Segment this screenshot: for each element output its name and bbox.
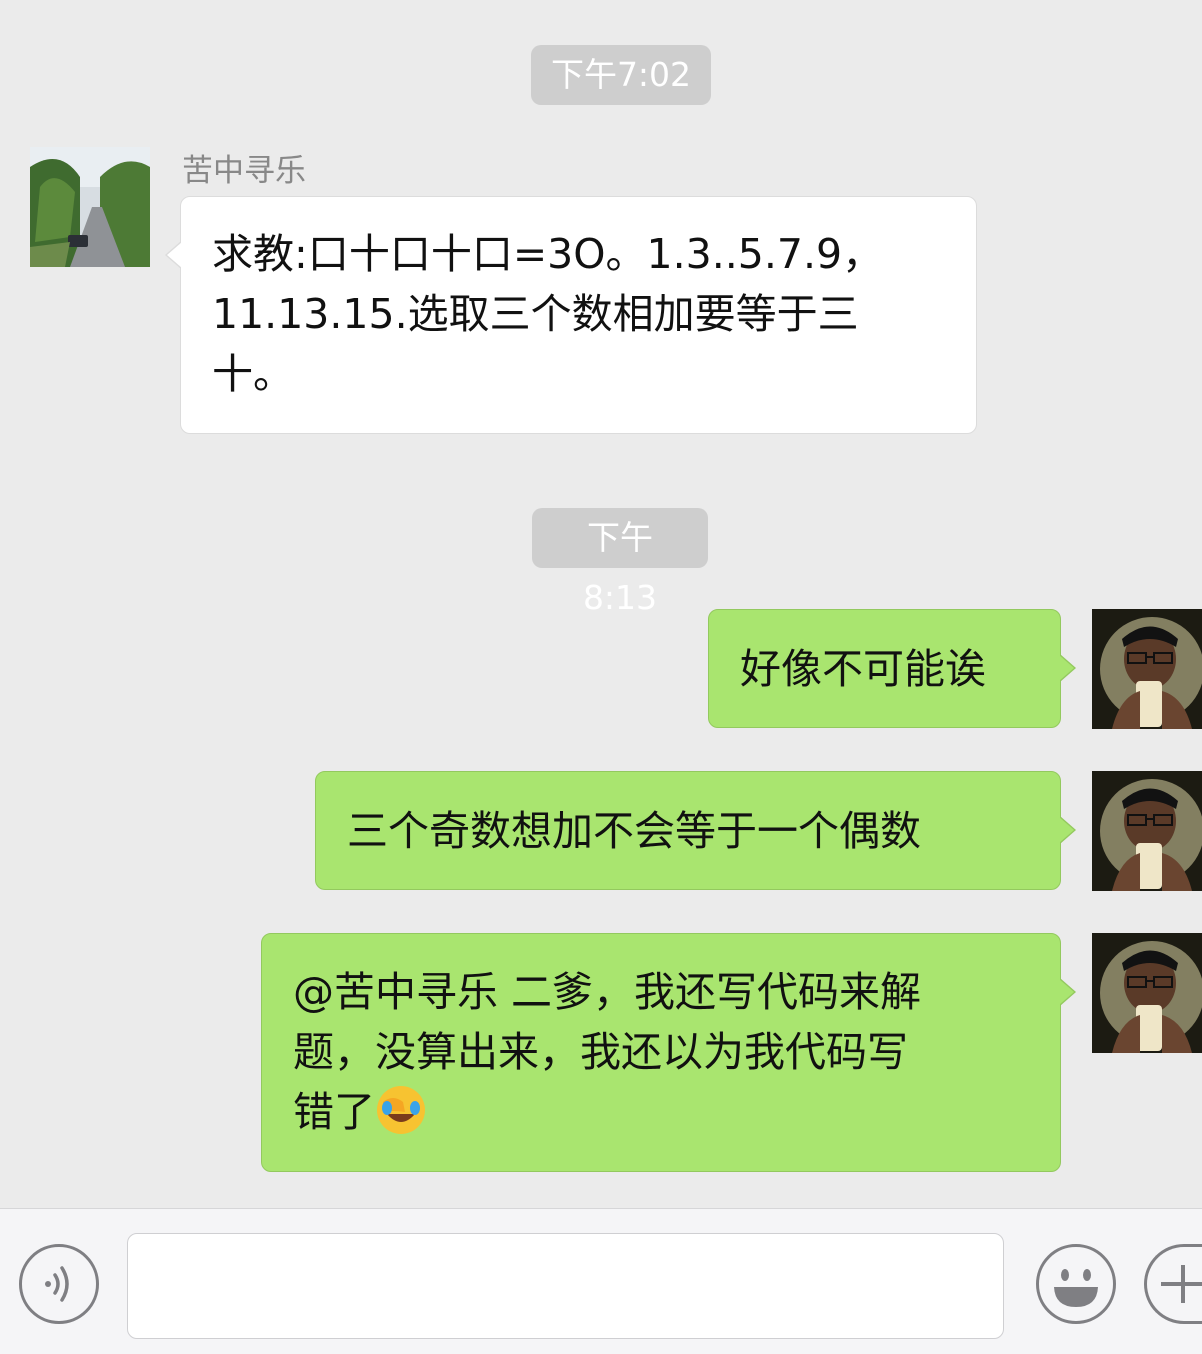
message-outgoing[interactable]: 好像不可能诶 xyxy=(708,609,1076,728)
emoji-button[interactable] xyxy=(1036,1244,1116,1324)
facepalm-laughing-emoji-icon xyxy=(375,1084,427,1136)
contact-avatar[interactable] xyxy=(30,147,150,267)
voice-button[interactable] xyxy=(19,1244,99,1324)
message-incoming[interactable]: 求教:口十口十口=3O。1.3..5.7.9， 11.13.15.选取三个数相加… xyxy=(165,196,977,434)
landscape-road-photo-icon xyxy=(30,147,150,267)
voice-icon xyxy=(45,1266,69,1302)
more-button[interactable] xyxy=(1144,1244,1202,1324)
smiley-icon xyxy=(1054,1269,1098,1307)
timestamp: 下午7:02 xyxy=(531,45,711,105)
timestamp: 下午8:13 xyxy=(532,508,708,617)
person-selfie-photo-icon xyxy=(1092,609,1202,729)
input-bar xyxy=(0,1208,1202,1354)
my-avatar[interactable] xyxy=(1092,609,1202,729)
chat-area: 下午7:02 苦中寻乐 求教:口十口十口=3O。1.3..5.7.9， 11.1… xyxy=(0,0,1202,1208)
my-avatar[interactable] xyxy=(1092,933,1202,1053)
person-selfie-photo-icon xyxy=(1092,771,1202,891)
my-avatar[interactable] xyxy=(1092,771,1202,891)
message-input[interactable] xyxy=(127,1233,1004,1339)
message-outgoing[interactable]: @苦中寻乐 二爹，我还写代码来解 题，没算出来，我还以为我代码写 错了 xyxy=(261,933,1076,1172)
contact-name: 苦中寻乐 xyxy=(182,153,306,189)
plus-icon xyxy=(1161,1265,1202,1303)
message-outgoing[interactable]: 三个奇数想加不会等于一个偶数 xyxy=(315,771,1076,890)
person-selfie-photo-icon xyxy=(1092,933,1202,1053)
